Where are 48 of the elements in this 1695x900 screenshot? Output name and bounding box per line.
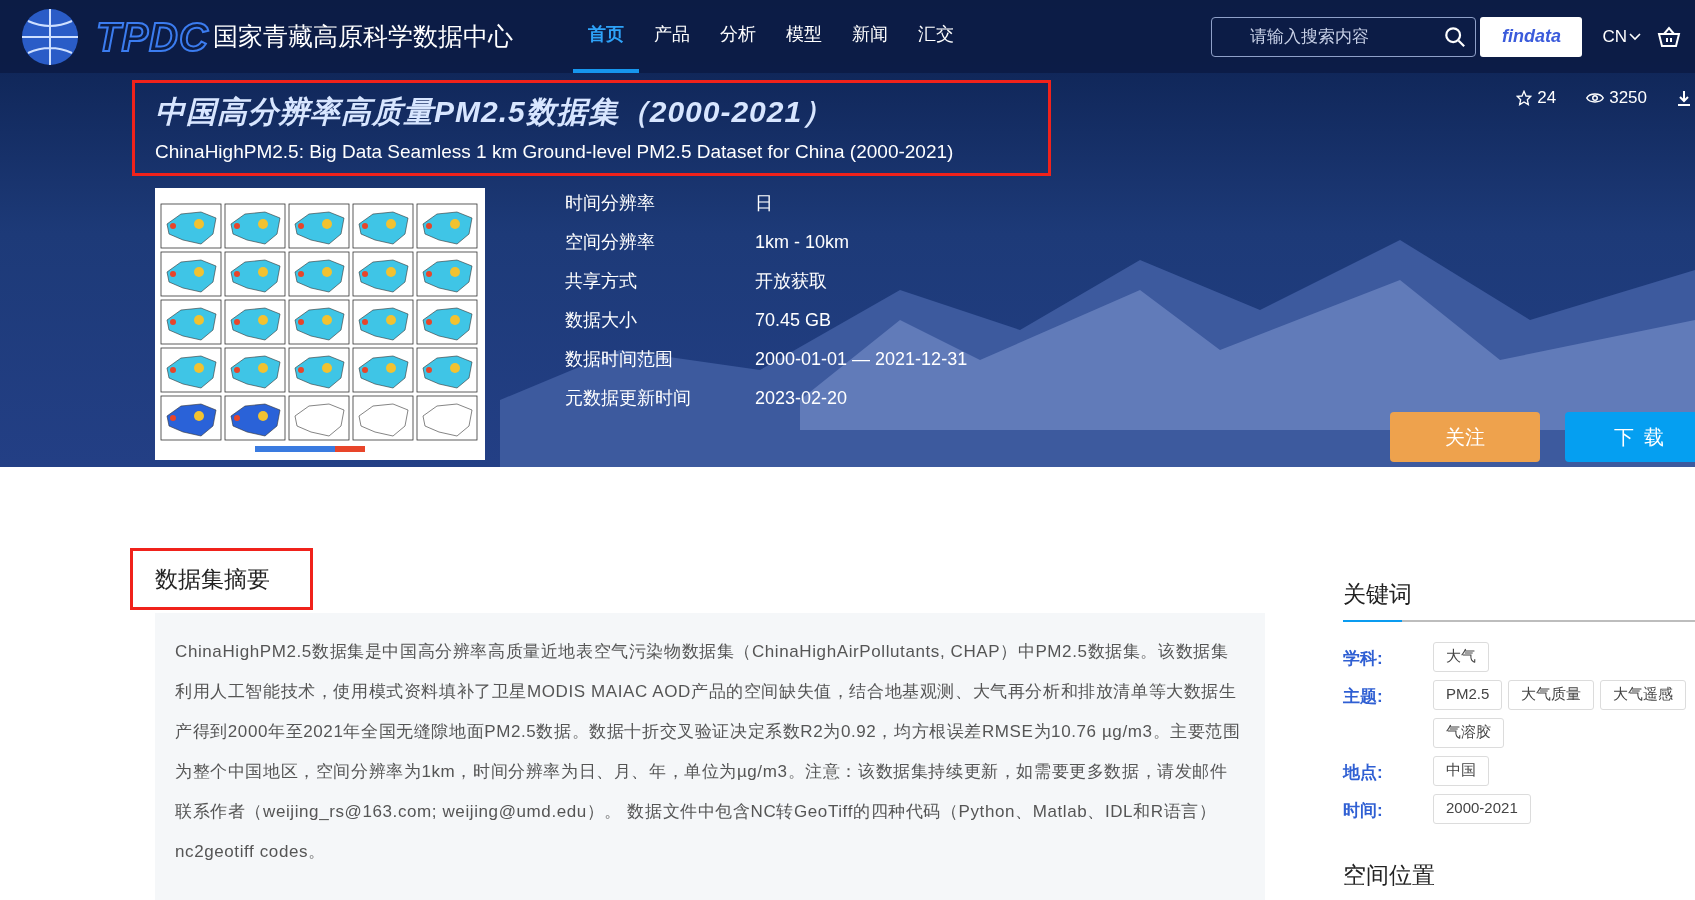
keyword-tag[interactable]: 中国 bbox=[1433, 755, 1489, 786]
stat-count: 24 bbox=[1537, 87, 1557, 109]
keyword-category: 时间: bbox=[1343, 799, 1384, 822]
keyword-category: 主题: bbox=[1343, 685, 1384, 708]
nav-link[interactable]: 分析 bbox=[704, 0, 771, 73]
stat-count: 3250 bbox=[1609, 87, 1647, 109]
download-icon bbox=[1677, 89, 1691, 106]
info-label: 数据大小 bbox=[565, 308, 638, 332]
findata-button[interactable]: findata bbox=[1480, 16, 1583, 57]
keywords-heading: 关键词 bbox=[1343, 580, 1413, 609]
info-label: 共享方式 bbox=[565, 269, 638, 293]
nav-link[interactable]: 模型 bbox=[770, 0, 837, 73]
info-label: 时间分辨率 bbox=[565, 191, 656, 215]
keyword-tag[interactable]: 大气遥感 bbox=[1600, 679, 1687, 710]
abstract-heading: 数据集摘要 bbox=[155, 564, 270, 594]
dataset-subtitle: ChinaHighPM2.5: Big Data Seamless 1 km Ground-level PM2.5 Dataset for China (2000-2021) bbox=[155, 140, 955, 164]
keyword-tag[interactable]: 2000-2021 bbox=[1433, 793, 1531, 824]
search-icon[interactable] bbox=[1444, 25, 1467, 48]
language-selector[interactable]: CN bbox=[1602, 23, 1641, 50]
dataset-title: 中国高分辨率高质量PM2.5数据集（2000-2021） bbox=[155, 94, 835, 130]
nav-link[interactable]: 产品 bbox=[638, 0, 705, 73]
info-label: 数据时间范围 bbox=[565, 347, 674, 371]
info-value: 2000-01-01 — 2021-12-31 bbox=[755, 347, 968, 371]
info-value: 70.45 GB bbox=[755, 308, 832, 332]
logo-text: TPDC bbox=[96, 13, 209, 61]
info-value: 1km - 10km bbox=[755, 230, 850, 254]
nav-link[interactable]: 首页 bbox=[572, 0, 639, 73]
chevron-down-icon bbox=[1629, 32, 1641, 41]
star-icon bbox=[1516, 89, 1533, 106]
nav-link[interactable]: 新闻 bbox=[836, 0, 903, 73]
search-field[interactable]: 请输入搜索内容 bbox=[1211, 16, 1477, 57]
spatial-heading: 空间位置 bbox=[1343, 860, 1436, 890]
nav-link[interactable]: 汇交 bbox=[902, 0, 969, 73]
eye-icon bbox=[1586, 90, 1605, 105]
info-label: 空间分辨率 bbox=[565, 230, 656, 254]
site-name: 国家青藏高原科学数据中心 bbox=[212, 20, 513, 52]
keyword-tag[interactable]: 气溶胶 bbox=[1433, 717, 1504, 748]
keyword-category: 学科: bbox=[1343, 647, 1384, 670]
keyword-tag[interactable]: 大气 bbox=[1433, 641, 1489, 672]
info-value: 开放获取 bbox=[755, 269, 827, 293]
info-label: 元数据更新时间 bbox=[565, 386, 692, 410]
basket-icon[interactable] bbox=[1657, 25, 1681, 48]
keyword-tag[interactable]: 大气质量 bbox=[1508, 679, 1595, 710]
keyword-category: 地点: bbox=[1343, 761, 1384, 784]
info-value: 日 bbox=[755, 191, 773, 215]
keyword-tag[interactable]: PM2.5 bbox=[1433, 679, 1503, 710]
info-value: 2023-02-20 bbox=[755, 386, 848, 410]
abstract-text: ChinaHighPM2.5数据集是中国高分辨率高质量近地表空气污染物数据集（ChinaHighAirPollutants, CHAP）中PM2.5数据集。该数据集利用人工智能技术，使用模式资料填补了卫星MODIS MAIAC AOD产品的空间缺失值，结合地基观测、大气再分析和排放清单等大数据生产得到2000年至2021年全国无缝隙地面PM2.5数据。数据十折交叉验证决定系数R2为0.92，均方根误差RMSE为10.76 µg/m3。主要范围为整个中国地区，空间分辨率为1km，时间分辨率为日、月、年，单位为µg/m3。注意：该数据集持续更新，如需要更多数据，请发邮件联系作者（weijing_rs@163.com; weijing@umd.edu）。 数据文件中包含NC转GeoTiff的四种代码（Python、Matlab、IDL和R语言）nc2geotiff codes。 bbox=[175, 641, 1242, 863]
